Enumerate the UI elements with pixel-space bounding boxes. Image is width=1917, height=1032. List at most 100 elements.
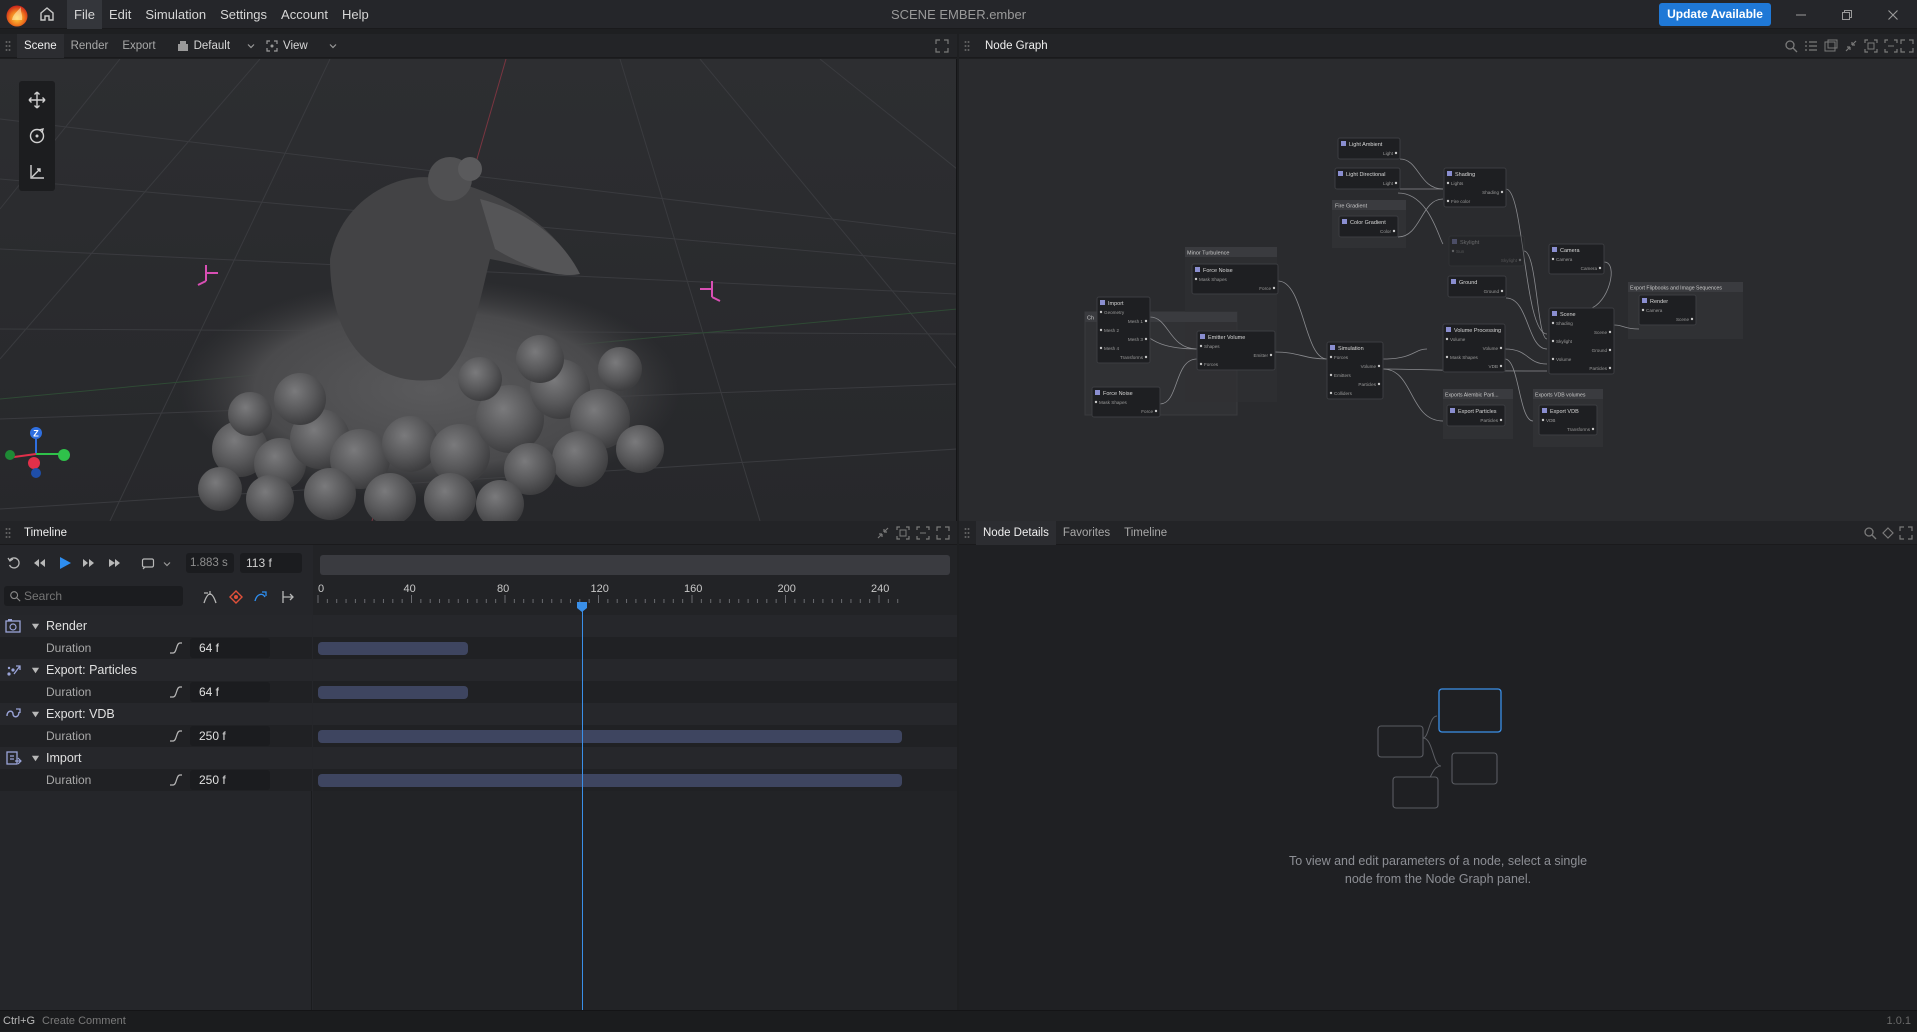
node-port[interactable] (1541, 418, 1545, 422)
graph-node[interactable]: Camera Camera Camera (1548, 243, 1605, 275)
collapse-icon[interactable] (876, 526, 890, 540)
app-logo-icon[interactable] (5, 3, 29, 27)
group-nodes-icon[interactable] (1824, 39, 1838, 53)
node-port[interactable] (1608, 330, 1612, 334)
frame-selected-icon[interactable] (1884, 39, 1898, 53)
tab-timeline[interactable]: Timeline (1117, 521, 1174, 545)
track-import[interactable]: Import (0, 747, 312, 769)
node-port[interactable] (1446, 199, 1450, 203)
keyframe-icon[interactable] (228, 589, 244, 605)
node-port[interactable] (1144, 355, 1148, 359)
maximize-panel-icon[interactable] (1899, 526, 1913, 540)
rotate-tool-icon[interactable] (28, 127, 46, 145)
node-port[interactable] (1269, 353, 1273, 357)
home-icon[interactable] (38, 5, 56, 23)
graph-node[interactable]: Export Particles Particles (1446, 404, 1506, 427)
timeline-scrub-bar[interactable] (320, 555, 950, 575)
node-port[interactable] (1500, 190, 1504, 194)
maximize-panel-icon[interactable] (935, 39, 949, 53)
close-icon[interactable] (1870, 0, 1916, 29)
scale-tool-icon[interactable] (28, 163, 46, 181)
graph-node[interactable]: Volume Processing Volume Volume Mask Shapes… (1442, 323, 1506, 373)
panel-grip-icon[interactable] (3, 39, 13, 53)
track-export-particles[interactable]: Export: Particles (0, 659, 312, 681)
node-port[interactable] (1377, 364, 1381, 368)
curve-icon[interactable] (169, 773, 183, 787)
node-port[interactable] (1445, 337, 1449, 341)
duration-bar[interactable] (318, 642, 468, 655)
maximize-panel-icon[interactable] (1900, 39, 1914, 53)
graph-node[interactable]: Scene Shading Scene Skylight Ground Volume Par… (1548, 307, 1615, 375)
menu-help[interactable]: Help (335, 0, 376, 29)
panel-grip-icon[interactable] (962, 526, 972, 540)
menu-file[interactable]: File (67, 0, 102, 29)
graph-node[interactable]: Shading Lights Shading Fire color (1443, 167, 1507, 208)
graph-node[interactable]: Skylight Sun Skylight (1448, 235, 1525, 267)
node-port[interactable] (1199, 344, 1203, 348)
update-available-button[interactable]: Update Available (1659, 3, 1771, 26)
node-port[interactable] (1094, 400, 1098, 404)
graph-node[interactable]: Ground Ground (1447, 275, 1507, 298)
frame-selected-icon[interactable] (916, 526, 930, 540)
frame-field[interactable]: 113 f (240, 553, 302, 573)
panel-grip-icon[interactable] (962, 39, 972, 53)
node-port[interactable] (1392, 229, 1396, 233)
graph-node[interactable]: Force Noise Mask Shapes Force (1191, 263, 1279, 295)
node-port[interactable] (1591, 427, 1595, 431)
play-icon[interactable] (57, 555, 73, 571)
curve-icon[interactable] (169, 685, 183, 699)
duration-field[interactable]: 250 f (190, 726, 270, 746)
curve-icon[interactable] (169, 729, 183, 743)
node-port[interactable] (1641, 308, 1645, 312)
node-port[interactable] (1099, 346, 1103, 350)
graph-node[interactable]: Simulation Forces Volume Emitters Particles C… (1326, 341, 1384, 400)
tab-favorites[interactable]: Favorites (1056, 521, 1117, 545)
node-port[interactable] (1551, 357, 1555, 361)
track-render[interactable]: Render (0, 615, 312, 637)
node-port[interactable] (1518, 258, 1522, 262)
node-graph-canvas[interactable]: Minor Turbulence Ch Fire Gradient Export… (959, 59, 1917, 521)
node-port[interactable] (1500, 289, 1504, 293)
node-port[interactable] (1608, 348, 1612, 352)
menu-account[interactable]: Account (274, 0, 335, 29)
node-port[interactable] (1499, 418, 1503, 422)
node-port[interactable] (1272, 286, 1276, 290)
graph-node[interactable]: Import GeometryMesh 1 Mesh 2 Mesh 3 Mesh 4Tr… (1096, 296, 1151, 364)
diamond-icon[interactable] (1881, 526, 1895, 540)
node-port[interactable] (1377, 382, 1381, 386)
tab-scene[interactable]: Scene (17, 33, 64, 58)
tab-render[interactable]: Render (64, 34, 116, 58)
duration-field[interactable]: 64 f (190, 682, 270, 702)
node-port[interactable] (1551, 339, 1555, 343)
node-port[interactable] (1608, 366, 1612, 370)
graph-node[interactable]: Color Gradient Color (1338, 215, 1399, 238)
node-port[interactable] (1394, 151, 1398, 155)
node-port[interactable] (1690, 317, 1694, 321)
menu-settings[interactable]: Settings (213, 0, 274, 29)
menu-edit[interactable]: Edit (102, 0, 138, 29)
expand-arrow-icon[interactable] (31, 622, 40, 631)
node-port[interactable] (1099, 310, 1103, 314)
reset-icon[interactable] (7, 556, 21, 570)
node-port[interactable] (1199, 362, 1203, 366)
node-port[interactable] (1144, 337, 1148, 341)
timeline-search[interactable] (4, 586, 183, 606)
node-port[interactable] (1329, 355, 1333, 359)
view-dropdown[interactable]: View (266, 34, 338, 58)
graph-node[interactable]: Emitter Volume Shapes Emitter Forces (1196, 330, 1276, 371)
expand-arrow-icon[interactable] (31, 666, 40, 675)
step-back-icon[interactable] (32, 556, 46, 570)
curve-icon[interactable] (169, 641, 183, 655)
node-port[interactable] (1499, 364, 1503, 368)
search-icon[interactable] (1863, 526, 1877, 540)
duration-field[interactable]: 64 f (190, 638, 270, 658)
node-port[interactable] (1329, 391, 1333, 395)
add-marker-icon[interactable] (280, 589, 296, 605)
track-export-vdb[interactable]: Export: VDB (0, 703, 312, 725)
frame-all-icon[interactable] (896, 526, 910, 540)
timeline-ruler[interactable]: 0 40 80 120 160 200 240 (313, 581, 957, 613)
graph-node[interactable]: Export VDB VDB Transforms (1538, 404, 1598, 436)
restore-icon[interactable] (1824, 0, 1870, 29)
maximize-panel-icon[interactable] (936, 526, 950, 540)
time-seconds-field[interactable]: 1.883 s (186, 553, 234, 573)
